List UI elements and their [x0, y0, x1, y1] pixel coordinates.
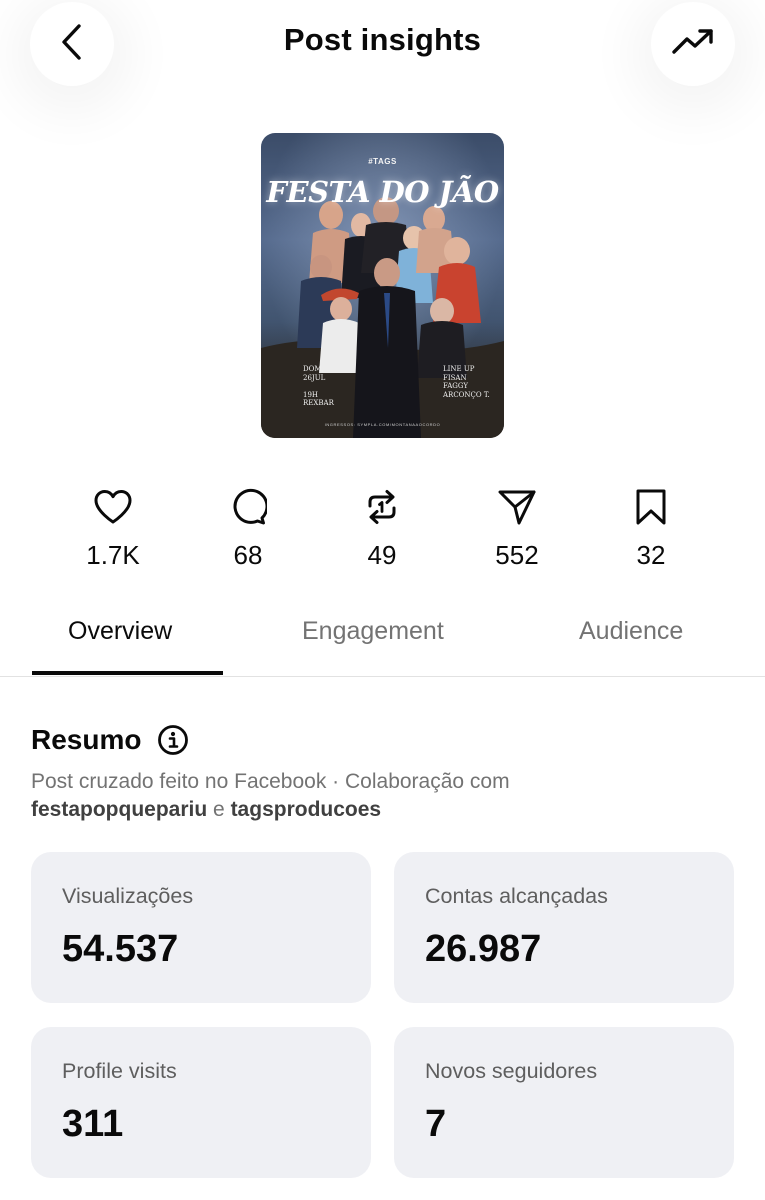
info-icon[interactable]	[157, 724, 189, 756]
likes-count: 1.7K	[86, 540, 140, 570]
metric-value: 7	[425, 1103, 447, 1145]
comments-count: 68	[233, 540, 263, 570]
summary-title: Resumo	[31, 724, 142, 755]
poster-brand: #TAGS	[368, 157, 397, 166]
poster-lineup: LINE UP FISAN FAGGY ARCONÇO T.	[443, 365, 490, 399]
shares-stat[interactable]: 552	[462, 484, 572, 571]
collaborator-connector: e	[213, 798, 225, 821]
header: Post insights	[0, 0, 765, 90]
metric-label: Profile visits	[62, 1059, 177, 1083]
bookmark-icon	[596, 484, 706, 530]
summary-description: Post cruzado feito no Facebook · Colabor…	[31, 768, 731, 824]
post-insights-screen: Post insights #TAGS FESTA DO JÃO DOM, 26…	[0, 0, 765, 1200]
likes-stat[interactable]: 1.7K	[58, 484, 168, 571]
reposts-stat[interactable]: 49	[327, 484, 437, 571]
saves-count: 32	[636, 540, 666, 570]
metric-card-accounts-reached[interactable]: Contas alcançadas 26.987	[394, 852, 734, 1003]
trending-up-icon	[671, 27, 715, 62]
post-thumbnail[interactable]: #TAGS FESTA DO JÃO DOM, 26JUL 19H REXBAR…	[261, 133, 504, 438]
metric-label: Contas alcançadas	[425, 884, 608, 908]
poster-title: FESTA DO JÃO	[266, 175, 499, 209]
tab-overview[interactable]: Overview	[68, 617, 172, 646]
metric-value: 54.537	[62, 928, 179, 970]
metric-card-views[interactable]: Visualizações 54.537	[31, 852, 371, 1003]
metric-label: Novos seguidores	[425, 1059, 598, 1083]
shares-count: 552	[495, 540, 539, 570]
tab-audience[interactable]: Audience	[579, 617, 683, 646]
collaborator-link-tagsproducoes[interactable]: tagsproducoes	[231, 798, 382, 821]
share-icon	[462, 484, 572, 530]
summary-heading: Resumo	[31, 724, 189, 756]
metric-value: 26.987	[425, 928, 542, 970]
poster-date: DOM, 26JUL 19H REXBAR	[303, 365, 334, 407]
metric-value: 311	[62, 1103, 124, 1145]
summary-description-text: Post cruzado feito no Facebook · Colabor…	[31, 770, 510, 793]
metric-label: Visualizações	[62, 884, 194, 908]
saves-stat[interactable]: 32	[596, 484, 706, 571]
tab-engagement[interactable]: Engagement	[302, 617, 444, 646]
comment-icon	[193, 484, 303, 530]
active-tab-indicator	[32, 671, 223, 675]
heart-icon	[58, 484, 168, 530]
tabs-divider	[0, 676, 765, 677]
reposts-count: 49	[367, 540, 397, 570]
collaborator-link-festapopquepariu[interactable]: festapopquepariu	[31, 798, 207, 821]
poster-footer: INGRESSOS: SYMPLA.COM/MONTANAAOCORDO	[324, 422, 441, 427]
metric-card-profile-visits[interactable]: Profile visits 311	[31, 1027, 371, 1178]
metric-card-new-followers[interactable]: Novos seguidores 7	[394, 1027, 734, 1178]
repost-icon	[327, 484, 437, 530]
trends-button[interactable]	[651, 2, 735, 86]
comments-stat[interactable]: 68	[193, 484, 303, 571]
